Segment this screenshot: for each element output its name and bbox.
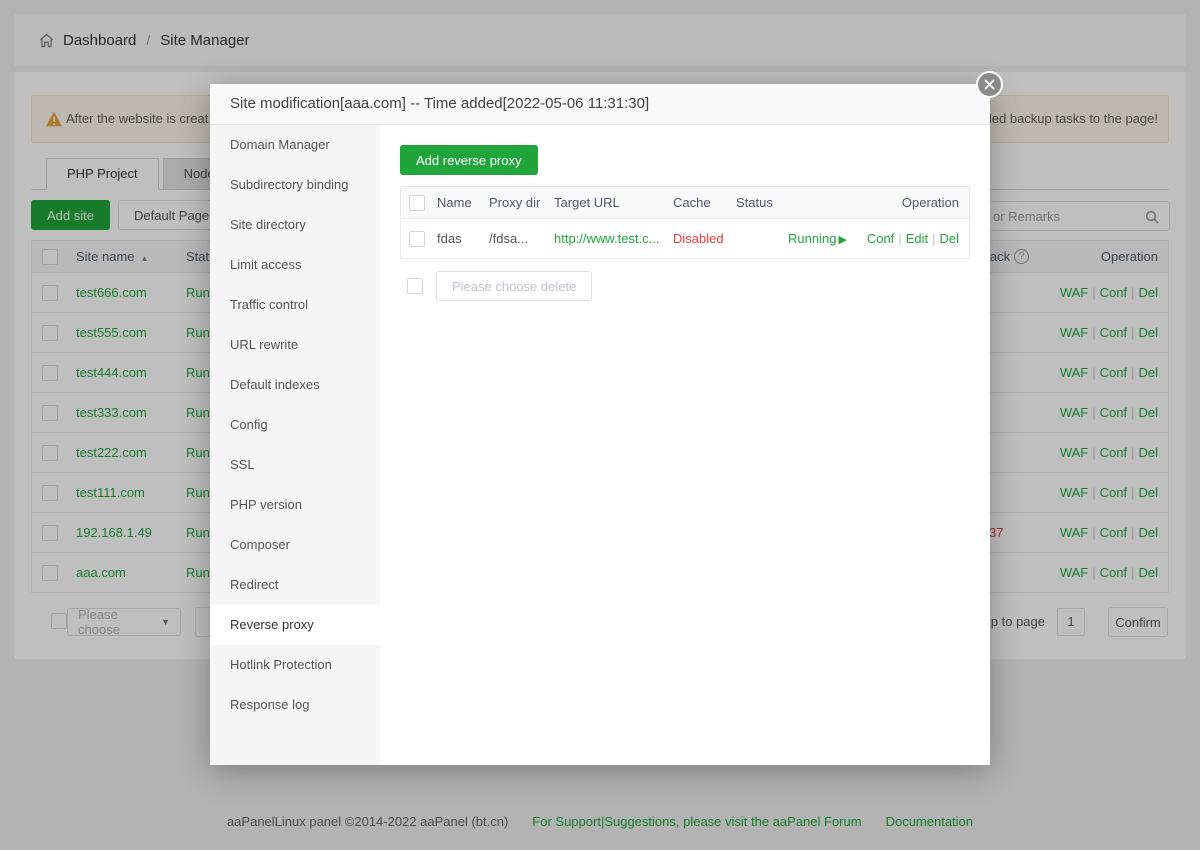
modal-sidebar-item[interactable]: Composer: [210, 525, 380, 565]
reverse-proxy-table: Name Proxy dir Target URL Cache Status O…: [400, 186, 970, 259]
proxy-del-link[interactable]: Del: [939, 231, 959, 246]
proxy-status: Running▶: [736, 231, 867, 246]
modal-sidebar-item[interactable]: SSL: [210, 445, 380, 485]
modal-sidebar-item[interactable]: PHP version: [210, 485, 380, 525]
add-reverse-proxy-button[interactable]: Add reverse proxy: [400, 145, 538, 175]
modal-sidebar-item[interactable]: Domain Manager: [210, 125, 380, 165]
proxy-name: fdas: [437, 231, 489, 246]
proxy-dir-header: Proxy dir: [489, 195, 554, 210]
modal-sidebar-item[interactable]: Config: [210, 405, 380, 445]
modal-sidebar-item[interactable]: Response log: [210, 685, 380, 725]
proxy-table-row: fdas /fdsa... http://www.test.c... Disab…: [401, 219, 969, 258]
modal-sidebar: Domain Manager Subdirectory binding Site…: [210, 125, 380, 765]
status-header: Status: [736, 195, 902, 210]
modal-sidebar-item[interactable]: Default indexes: [210, 365, 380, 405]
proxy-row-operations: Conf|Edit|Del: [867, 231, 969, 246]
modal-sidebar-item[interactable]: Limit access: [210, 245, 380, 285]
proxy-conf-link[interactable]: Conf: [867, 231, 894, 246]
cache-header: Cache: [673, 195, 736, 210]
bulk-delete-row: Please choose delete: [400, 271, 970, 301]
modal-sidebar-item[interactable]: Redirect: [210, 565, 380, 605]
proxy-edit-link[interactable]: Edit: [906, 231, 928, 246]
proxy-dir: /fdsa...: [489, 231, 554, 246]
proxy-table-header: Name Proxy dir Target URL Cache Status O…: [401, 187, 969, 219]
play-icon: ▶: [838, 234, 846, 246]
modal-title: Site modification[aaa.com] -- Time added…: [210, 84, 990, 125]
bulk-delete-button[interactable]: Please choose delete: [436, 271, 592, 301]
site-modification-modal: Site modification[aaa.com] -- Time added…: [210, 84, 990, 765]
modal-sidebar-item[interactable]: Traffic control: [210, 285, 380, 325]
modal-sidebar-item[interactable]: Reverse proxy: [210, 605, 380, 645]
proxy-select-all-checkbox[interactable]: [409, 195, 425, 211]
target-url-header: Target URL: [554, 195, 673, 210]
reverse-proxy-panel: Add reverse proxy Name Proxy dir Target …: [380, 125, 990, 765]
target-url-link[interactable]: http://www.test.c...: [554, 231, 673, 246]
modal-sidebar-item[interactable]: Hotlink Protection: [210, 645, 380, 685]
name-header: Name: [437, 195, 489, 210]
modal-sidebar-item[interactable]: Site directory: [210, 205, 380, 245]
bulk-delete-checkbox[interactable]: [407, 278, 423, 294]
modal-sidebar-item[interactable]: URL rewrite: [210, 325, 380, 365]
cache-status: Disabled: [673, 231, 736, 246]
page: Dashboard / Site Manager After the websi…: [0, 0, 1200, 850]
close-icon[interactable]: [976, 71, 1003, 98]
modal-sidebar-item[interactable]: Subdirectory binding: [210, 165, 380, 205]
proxy-row-checkbox[interactable]: [409, 231, 425, 247]
operation-header: Operation: [902, 195, 969, 210]
